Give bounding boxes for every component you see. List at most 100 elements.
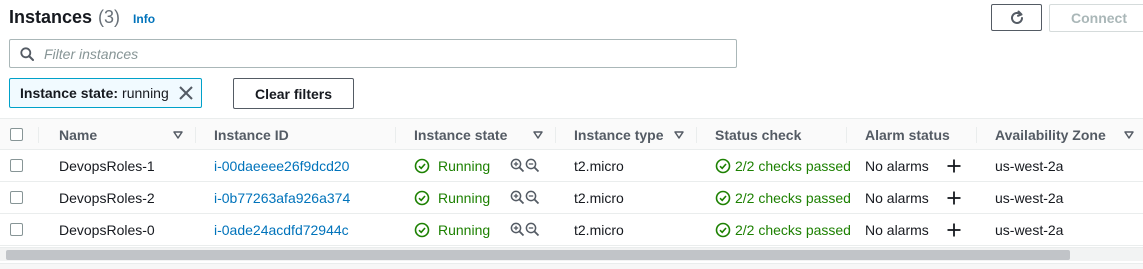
column-header-instance-state[interactable]: Instance state — [414, 119, 507, 150]
page-title: Instances — [9, 7, 93, 27]
table-header: Name Instance ID Instance state Instance… — [0, 118, 1143, 150]
caret-down-icon — [1124, 130, 1134, 139]
instance-name: DevopsRoles-0 — [59, 221, 155, 238]
zoom-controls — [510, 182, 540, 213]
status-check: 2/2 checks passed — [715, 214, 851, 245]
caret-down-icon — [674, 130, 684, 139]
add-alarm-button[interactable] — [947, 150, 961, 181]
plus-icon — [947, 191, 961, 204]
instance-type: t2.micro — [574, 189, 624, 206]
refresh-icon — [1010, 10, 1023, 24]
horizontal-scrollbar[interactable] — [0, 247, 1143, 261]
column-header-instance-id[interactable]: Instance ID — [214, 119, 289, 150]
instance-state: Running — [414, 214, 490, 245]
availability-zone: us-west-2a — [995, 157, 1064, 174]
zoom-out-icon[interactable] — [525, 190, 540, 205]
sort-state-cell[interactable] — [532, 119, 544, 150]
row-checkbox[interactable] — [10, 223, 23, 236]
availability-zone: us-west-2a — [995, 189, 1064, 206]
filter-token-key: Instance state: — [20, 85, 119, 101]
alarm-status: No alarms — [865, 189, 929, 206]
close-icon[interactable] — [178, 85, 194, 101]
zoom-controls — [510, 150, 540, 181]
check-circle-icon — [414, 158, 430, 173]
zoom-out-icon[interactable] — [525, 158, 540, 173]
column-header-instance-type[interactable]: Instance type — [574, 119, 663, 150]
instance-name: DevopsRoles-1 — [59, 157, 155, 174]
zoom-out-icon[interactable] — [525, 222, 540, 237]
column-divider — [195, 127, 196, 143]
filter-token: Instance state: running — [9, 78, 202, 108]
status-check-label: 2/2 checks passed — [735, 221, 851, 238]
column-header-name[interactable]: Name — [59, 119, 97, 150]
instance-state: Running — [414, 150, 490, 181]
instance-count: (3) — [98, 7, 121, 27]
refresh-button[interactable] — [991, 4, 1042, 31]
sort-az-cell[interactable] — [1123, 119, 1135, 150]
caret-down-icon — [173, 130, 183, 139]
page-header: Instances (3) Info — [9, 7, 155, 29]
instance-type: t2.micro — [574, 221, 624, 238]
scrollbar-thumb[interactable] — [6, 250, 1070, 260]
instance-state-label: Running — [438, 157, 491, 174]
row-checkbox-cell — [10, 214, 23, 245]
plus-icon — [947, 223, 961, 236]
clear-filters-button[interactable]: Clear filters — [233, 78, 354, 109]
search-icon — [20, 46, 34, 61]
select-all-checkbox-cell — [10, 119, 23, 150]
caret-down-icon — [533, 130, 543, 139]
alarm-status: No alarms — [865, 221, 929, 238]
column-divider — [696, 127, 697, 143]
column-header-availability-zone[interactable]: Availability Zone — [995, 119, 1106, 150]
instance-state: Running — [414, 182, 490, 213]
add-alarm-button[interactable] — [947, 214, 961, 245]
info-link[interactable]: Info — [133, 12, 155, 26]
row-checkbox[interactable] — [10, 191, 23, 204]
zoom-in-icon[interactable] — [510, 222, 525, 237]
column-header-status-check[interactable]: Status check — [715, 119, 801, 150]
status-check: 2/2 checks passed — [715, 150, 851, 181]
add-alarm-button[interactable] — [947, 182, 961, 213]
instance-type: t2.micro — [574, 157, 624, 174]
filter-token-value: running — [122, 85, 169, 101]
row-checkbox-cell — [10, 150, 23, 181]
instance-id-link[interactable]: i-00daeeee26f9dcd20 — [214, 150, 349, 181]
sort-type-cell[interactable] — [673, 119, 685, 150]
zoom-in-icon[interactable] — [510, 158, 525, 173]
check-circle-icon — [715, 190, 731, 205]
instance-state-label: Running — [438, 221, 491, 238]
column-header-alarm-status[interactable]: Alarm status — [865, 119, 950, 150]
check-circle-icon — [715, 158, 731, 173]
instance-state-label: Running — [438, 189, 491, 206]
column-divider — [395, 127, 396, 143]
connect-button[interactable]: Connect — [1049, 4, 1143, 32]
check-circle-icon — [715, 222, 731, 237]
select-all-checkbox[interactable] — [10, 128, 23, 141]
check-circle-icon — [414, 190, 430, 205]
row-checkbox[interactable] — [10, 159, 23, 172]
plus-icon — [947, 159, 961, 172]
status-check: 2/2 checks passed — [715, 182, 851, 213]
check-circle-icon — [414, 222, 430, 237]
filter-input[interactable] — [44, 45, 704, 62]
filter-search-box[interactable] — [9, 39, 737, 68]
instance-id-link[interactable]: i-0b77263afa926a374 — [214, 182, 350, 213]
zoom-in-icon[interactable] — [510, 190, 525, 205]
availability-zone: us-west-2a — [995, 221, 1064, 238]
instance-name: DevopsRoles-2 — [59, 189, 155, 206]
status-check-label: 2/2 checks passed — [735, 157, 851, 174]
column-divider — [846, 127, 847, 143]
row-checkbox-cell — [10, 182, 23, 213]
table-row[interactable]: DevopsRoles-1 i-00daeeee26f9dcd20 Runnin… — [0, 150, 1143, 182]
status-check-label: 2/2 checks passed — [735, 189, 851, 206]
alarm-status: No alarms — [865, 157, 929, 174]
column-divider — [555, 127, 556, 143]
column-divider — [38, 127, 39, 143]
instance-id-link[interactable]: i-0ade24acdfd72944c — [214, 214, 349, 245]
table-row[interactable]: DevopsRoles-2 i-0b77263afa926a374 Runnin… — [0, 182, 1143, 214]
zoom-controls — [510, 214, 540, 245]
column-divider — [976, 127, 977, 143]
table-footer-divider — [0, 263, 1143, 269]
table-row[interactable]: DevopsRoles-0 i-0ade24acdfd72944c Runnin… — [0, 214, 1143, 246]
sort-name-cell[interactable] — [172, 119, 184, 150]
